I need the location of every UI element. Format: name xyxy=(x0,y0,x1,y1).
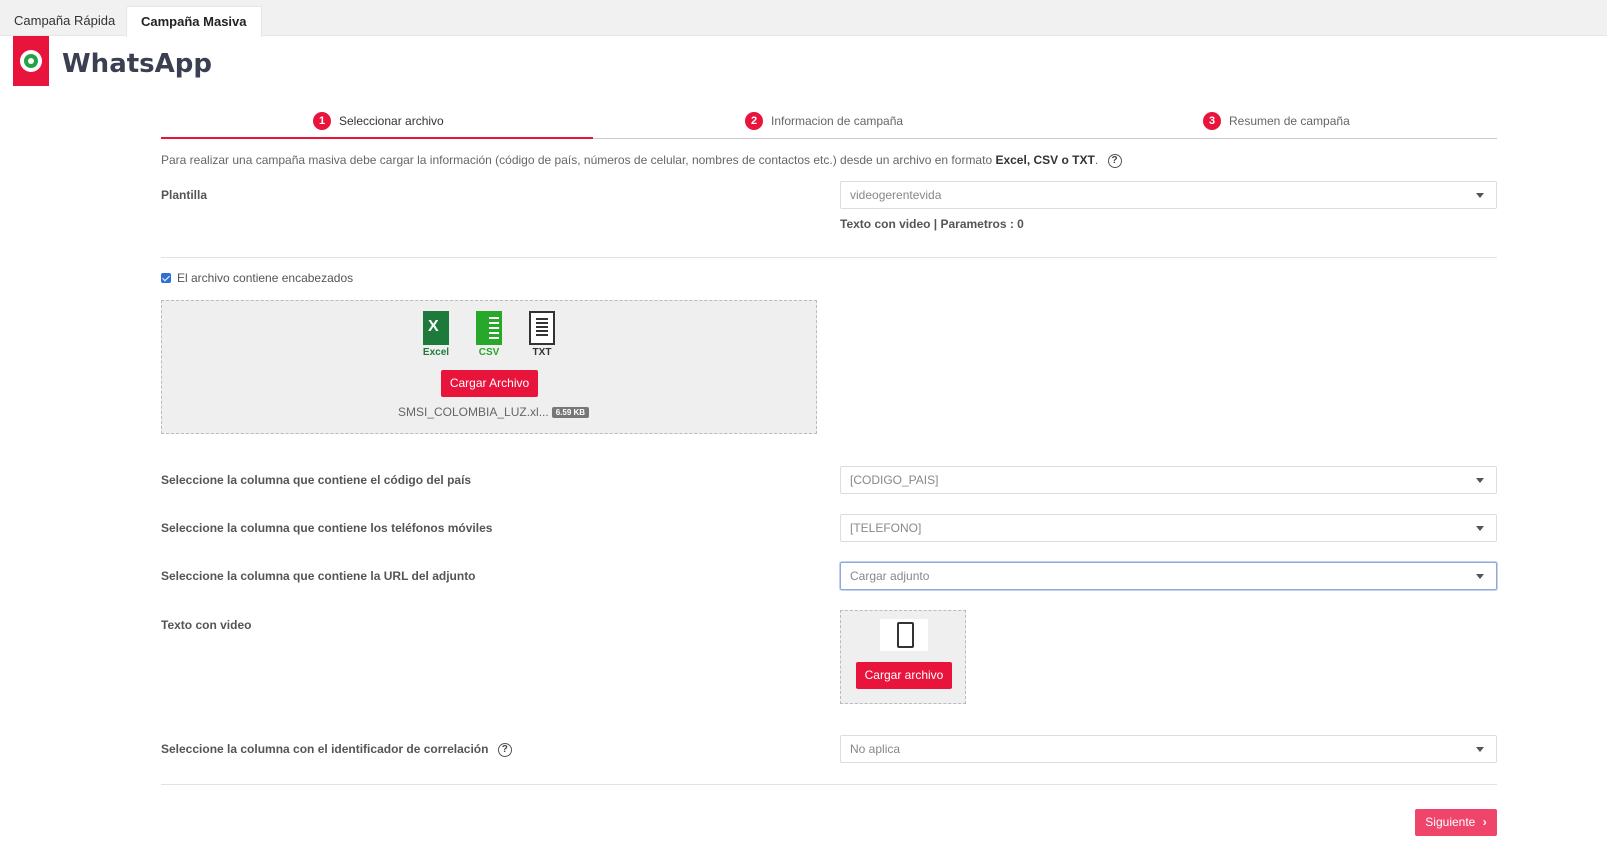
url-column-select[interactable]: Cargar adjunto xyxy=(840,562,1497,590)
url-column-label: Seleccione la columna que contiene la UR… xyxy=(161,569,476,583)
headers-checkbox[interactable] xyxy=(161,273,171,283)
video-label: Texto con video xyxy=(161,618,252,632)
upload-file-button[interactable]: Cargar Archivo xyxy=(441,370,538,397)
step-number: 3 xyxy=(1203,112,1221,130)
headers-checkbox-label: El archivo contiene encabezados xyxy=(177,271,354,285)
template-info: Texto con video | Parametros : 0 xyxy=(840,217,1024,231)
txt-label: TXT xyxy=(532,347,552,358)
correlation-column-value: No aplica xyxy=(850,742,901,756)
txt-file-icon: TXT xyxy=(525,311,559,358)
page-title: WhatsApp xyxy=(62,49,212,79)
intro-formats: Excel, CSV o TXT xyxy=(995,153,1095,167)
step-seleccionar-archivo[interactable]: 1 Seleccionar archivo xyxy=(313,112,444,130)
chevron-down-icon xyxy=(1466,736,1496,762)
help-icon[interactable]: ? xyxy=(1107,153,1122,168)
wizard-steps: 1 Seleccionar archivo 2 Informacion de c… xyxy=(161,104,1497,139)
headers-checkbox-row[interactable]: El archivo contiene encabezados xyxy=(161,271,353,285)
step-resumen-campana[interactable]: 3 Resumen de campaña xyxy=(1203,112,1350,130)
phone-column-value: [TELEFONO] xyxy=(850,521,922,535)
video-dropzone[interactable]: Cargar archivo xyxy=(840,610,966,704)
whatsapp-icon xyxy=(20,50,42,72)
active-step-indicator xyxy=(161,137,593,139)
help-icon[interactable]: ? xyxy=(497,742,512,757)
step-informacion-campana[interactable]: 2 Informacion de campaña xyxy=(745,112,903,130)
chevron-down-icon xyxy=(1466,467,1496,493)
next-button[interactable]: Siguiente › xyxy=(1415,809,1497,836)
correlation-column-label: Seleccione la columna con el identificad… xyxy=(161,742,512,757)
csv-file-icon: CSV xyxy=(472,311,506,358)
intro-text: Para realizar una campaña masiva debe ca… xyxy=(161,153,1122,168)
template-select[interactable]: videogerentevida xyxy=(840,181,1497,209)
whatsapp-logo xyxy=(13,36,49,86)
step-number: 1 xyxy=(313,112,331,130)
country-column-label: Seleccione la columna que contiene el có… xyxy=(161,473,472,487)
template-label: Plantilla xyxy=(161,188,208,202)
chevron-right-icon: › xyxy=(1482,815,1487,829)
chevron-down-icon xyxy=(1466,563,1496,589)
step-label: Informacion de campaña xyxy=(771,114,904,128)
step-label: Seleccionar archivo xyxy=(339,114,444,128)
mp4-file-icon xyxy=(880,619,928,651)
filename-text: SMSI_COLOMBIA_LUZ.xl... xyxy=(398,405,549,419)
chevron-down-icon xyxy=(1466,515,1496,541)
tab-campana-masiva[interactable]: Campaña Masiva xyxy=(126,6,262,37)
uploaded-filename: SMSI_COLOMBIA_LUZ.xl... 6.59 KB xyxy=(398,405,590,419)
csv-label: CSV xyxy=(478,347,500,358)
country-column-select[interactable]: [CODIGO_PAIS] xyxy=(840,466,1497,494)
step-label: Resumen de campaña xyxy=(1229,114,1350,128)
campaign-tabs: Campaña Rápida Campaña Masiva xyxy=(0,0,1607,37)
divider xyxy=(161,784,1497,785)
intro-end: . xyxy=(1094,153,1099,167)
correlation-label-text: Seleccione la columna con el identificad… xyxy=(161,742,489,756)
file-dropzone[interactable]: Excel CSV TXT Cargar Archivo SMSI_COLOMB… xyxy=(161,300,817,434)
excel-label: Excel xyxy=(422,347,450,358)
step-number: 2 xyxy=(745,112,763,130)
tab-campana-rapida[interactable]: Campaña Rápida xyxy=(0,6,129,36)
excel-file-icon: Excel xyxy=(419,311,453,358)
url-column-value: Cargar adjunto xyxy=(850,569,930,583)
next-button-label: Siguiente xyxy=(1425,815,1476,829)
chevron-down-icon xyxy=(1466,182,1496,208)
phone-column-label: Seleccione la columna que contiene los t… xyxy=(161,521,493,535)
correlation-column-select[interactable]: No aplica xyxy=(840,735,1497,763)
country-column-value: [CODIGO_PAIS] xyxy=(850,473,939,487)
phone-column-select[interactable]: [TELEFONO] xyxy=(840,514,1497,542)
upload-video-button[interactable]: Cargar archivo xyxy=(856,662,952,689)
divider xyxy=(161,257,1497,258)
intro-body: Para realizar una campaña masiva debe ca… xyxy=(161,153,996,167)
template-value: videogerentevida xyxy=(850,188,942,202)
file-size-badge: 6.59 KB xyxy=(551,406,590,418)
